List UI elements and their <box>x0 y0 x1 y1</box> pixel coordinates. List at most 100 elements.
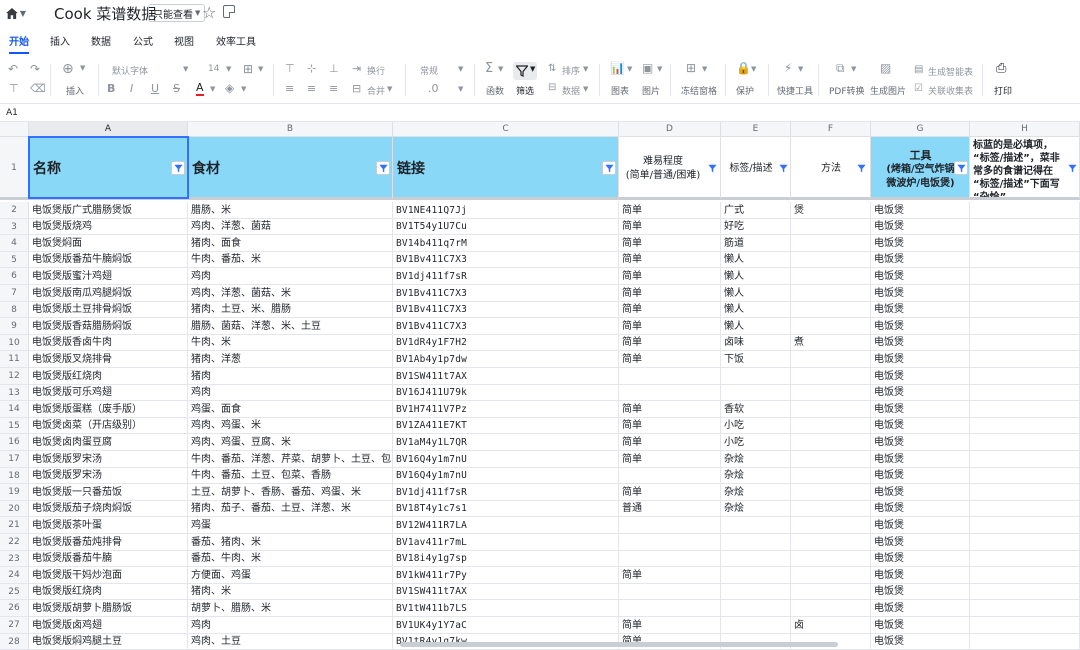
sort-icon[interactable]: ⇅ <box>548 63 556 74</box>
cell-name[interactable]: 电饭煲版胡萝卜腊肠饭 <box>29 600 188 617</box>
cell-tool[interactable]: 电饭煲 <box>871 484 970 501</box>
align-top-icon[interactable]: ⊤ <box>285 62 295 75</box>
cell-note[interactable] <box>970 501 1080 517</box>
font-color-icon[interactable]: A <box>196 81 204 96</box>
cell-link[interactable]: BV18i4y1g7sp <box>393 551 619 567</box>
header-cell-link[interactable]: 链接 <box>393 137 619 200</box>
row-header[interactable]: 12 <box>0 368 29 385</box>
cell-difficulty[interactable] <box>619 517 721 534</box>
cell-tool[interactable]: 电饭煲 <box>871 385 970 401</box>
cell-link[interactable]: BV1dj411f7sR <box>393 268 619 285</box>
cell-link[interactable]: BV1aM4y1L7QR <box>393 434 619 451</box>
print-icon[interactable]: ⎙ <box>996 61 1006 76</box>
cell-link[interactable]: BV16J411U79k <box>393 385 619 401</box>
cell-link[interactable]: BV1av411r7mL <box>393 534 619 551</box>
cell-difficulty[interactable] <box>619 468 721 484</box>
align-bottom-icon[interactable]: ⊥ <box>329 62 339 75</box>
chart-icon[interactable]: 📊 <box>610 61 625 75</box>
row-header[interactable]: 14 <box>0 401 29 418</box>
name-box[interactable]: A1 <box>6 108 18 118</box>
cell-name[interactable]: 电饭煲版叉烧排骨 <box>29 351 188 368</box>
cell-method[interactable]: 卤 <box>791 617 871 634</box>
row-header[interactable]: 23 <box>0 551 29 567</box>
tab-data[interactable]: 数据 <box>91 36 111 54</box>
font-size-select[interactable]: 14 <box>208 64 219 74</box>
cell-name[interactable]: 电饭煲版番茄牛腩 <box>29 551 188 567</box>
fill-color-icon[interactable]: ◈ <box>225 81 234 95</box>
filter-dropdown[interactable] <box>1065 161 1079 175</box>
cell-ingredients[interactable]: 鸡肉、洋葱、菌菇、米 <box>188 285 393 302</box>
cell-tool[interactable]: 电饭煲 <box>871 219 970 235</box>
cell-note[interactable] <box>970 484 1080 501</box>
cell-name[interactable]: 电饭煲版红烧肉 <box>29 368 188 385</box>
cell-tool[interactable]: 电饭煲 <box>871 634 970 650</box>
cell-method[interactable] <box>791 551 871 567</box>
cell-method[interactable] <box>791 285 871 302</box>
cell-tag[interactable]: 懒人 <box>721 285 791 302</box>
cell-tag[interactable] <box>721 584 791 600</box>
cell-method[interactable] <box>791 434 871 451</box>
column-header-c[interactable]: C <box>393 122 619 137</box>
cell-tag[interactable] <box>721 534 791 551</box>
cell-ingredients[interactable]: 腊肠、米 <box>188 202 393 219</box>
cell-ingredients[interactable]: 猪肉 <box>188 368 393 385</box>
lock-icon[interactable]: 🔒 <box>736 61 751 75</box>
column-header-h[interactable]: H <box>970 122 1080 137</box>
align-middle-icon[interactable]: ⊹ <box>307 62 316 75</box>
cell-name[interactable]: 电饭煲版香卤牛肉 <box>29 335 188 351</box>
cell-note[interactable] <box>970 517 1080 534</box>
cell-link[interactable]: BV1SW411t7AX <box>393 368 619 385</box>
tab-efficiency[interactable]: 效率工具 <box>216 36 256 54</box>
cell-ingredients[interactable]: 猪肉、米 <box>188 584 393 600</box>
cell-tool[interactable]: 电饭煲 <box>871 318 970 335</box>
data-icon[interactable]: ⊟ <box>548 82 556 93</box>
row-header[interactable]: 6 <box>0 268 29 285</box>
sort-label[interactable]: 排序 <box>562 64 580 77</box>
cell-method[interactable] <box>791 351 871 368</box>
cell-link[interactable]: BV1Ab4y1p7dw <box>393 351 619 368</box>
cell-method[interactable] <box>791 567 871 584</box>
cell-link[interactable]: BV1dR4y1F7H2 <box>393 335 619 351</box>
cell-method[interactable] <box>791 252 871 268</box>
row-header[interactable]: 9 <box>0 318 29 335</box>
cell-difficulty[interactable]: 简单 <box>619 318 721 335</box>
cell-link[interactable]: BV1tW411b7LS <box>393 600 619 617</box>
cell-difficulty[interactable]: 简单 <box>619 302 721 318</box>
cell-tag[interactable]: 杂烩 <box>721 484 791 501</box>
smart-table-icon[interactable]: ▤ <box>914 64 923 75</box>
cell-name[interactable]: 电饭煲版烧鸡 <box>29 219 188 235</box>
cell-tool[interactable]: 电饭煲 <box>871 235 970 252</box>
row-header[interactable]: 4 <box>0 235 29 252</box>
cell-ingredients[interactable]: 牛肉、番茄、米 <box>188 252 393 268</box>
cell-method[interactable] <box>791 401 871 418</box>
cell-tool[interactable]: 电饭煲 <box>871 418 970 434</box>
row-header[interactable]: 19 <box>0 484 29 501</box>
cell-method[interactable] <box>791 418 871 434</box>
cell-tag[interactable]: 好吃 <box>721 219 791 235</box>
cell-tag[interactable]: 杂烩 <box>721 501 791 517</box>
cell-name[interactable]: 电饭煲版香菇腊肠焖饭 <box>29 318 188 335</box>
cell-name[interactable]: 电饭煲卤菜（开店级别） <box>29 418 188 434</box>
number-format-select[interactable]: 常规 <box>420 64 438 77</box>
cell-difficulty[interactable]: 简单 <box>619 484 721 501</box>
cell-ingredients[interactable]: 牛肉、番茄、土豆、包菜、香肠 <box>188 468 393 484</box>
column-header-d[interactable]: D <box>619 122 721 137</box>
permission-badge[interactable]: 只能查看 ▼ <box>148 4 206 22</box>
cell-ingredients[interactable]: 猪肉、洋葱 <box>188 351 393 368</box>
cell-note[interactable] <box>970 617 1080 634</box>
cell-ingredients[interactable]: 土豆、胡萝卜、香肠、番茄、鸡蛋、米 <box>188 484 393 501</box>
cell-note[interactable] <box>970 335 1080 351</box>
cell-method[interactable] <box>791 468 871 484</box>
cell-method[interactable] <box>791 318 871 335</box>
row-header[interactable]: 1 <box>0 137 29 200</box>
cell-ingredients[interactable]: 牛肉、番茄、洋葱、芹菜、胡萝卜、土豆、包 <box>188 451 393 468</box>
cell-tool[interactable]: 电饭煲 <box>871 268 970 285</box>
cell-tag[interactable] <box>721 517 791 534</box>
cell-note[interactable] <box>970 318 1080 335</box>
tab-formula[interactable]: 公式 <box>133 36 153 54</box>
cell-difficulty[interactable]: 简单 <box>619 567 721 584</box>
cell-note[interactable] <box>970 551 1080 567</box>
column-header-a[interactable]: A <box>29 122 188 137</box>
cell-ingredients[interactable]: 鸡肉、鸡蛋、米 <box>188 418 393 434</box>
cell-method[interactable]: 煲 <box>791 202 871 219</box>
